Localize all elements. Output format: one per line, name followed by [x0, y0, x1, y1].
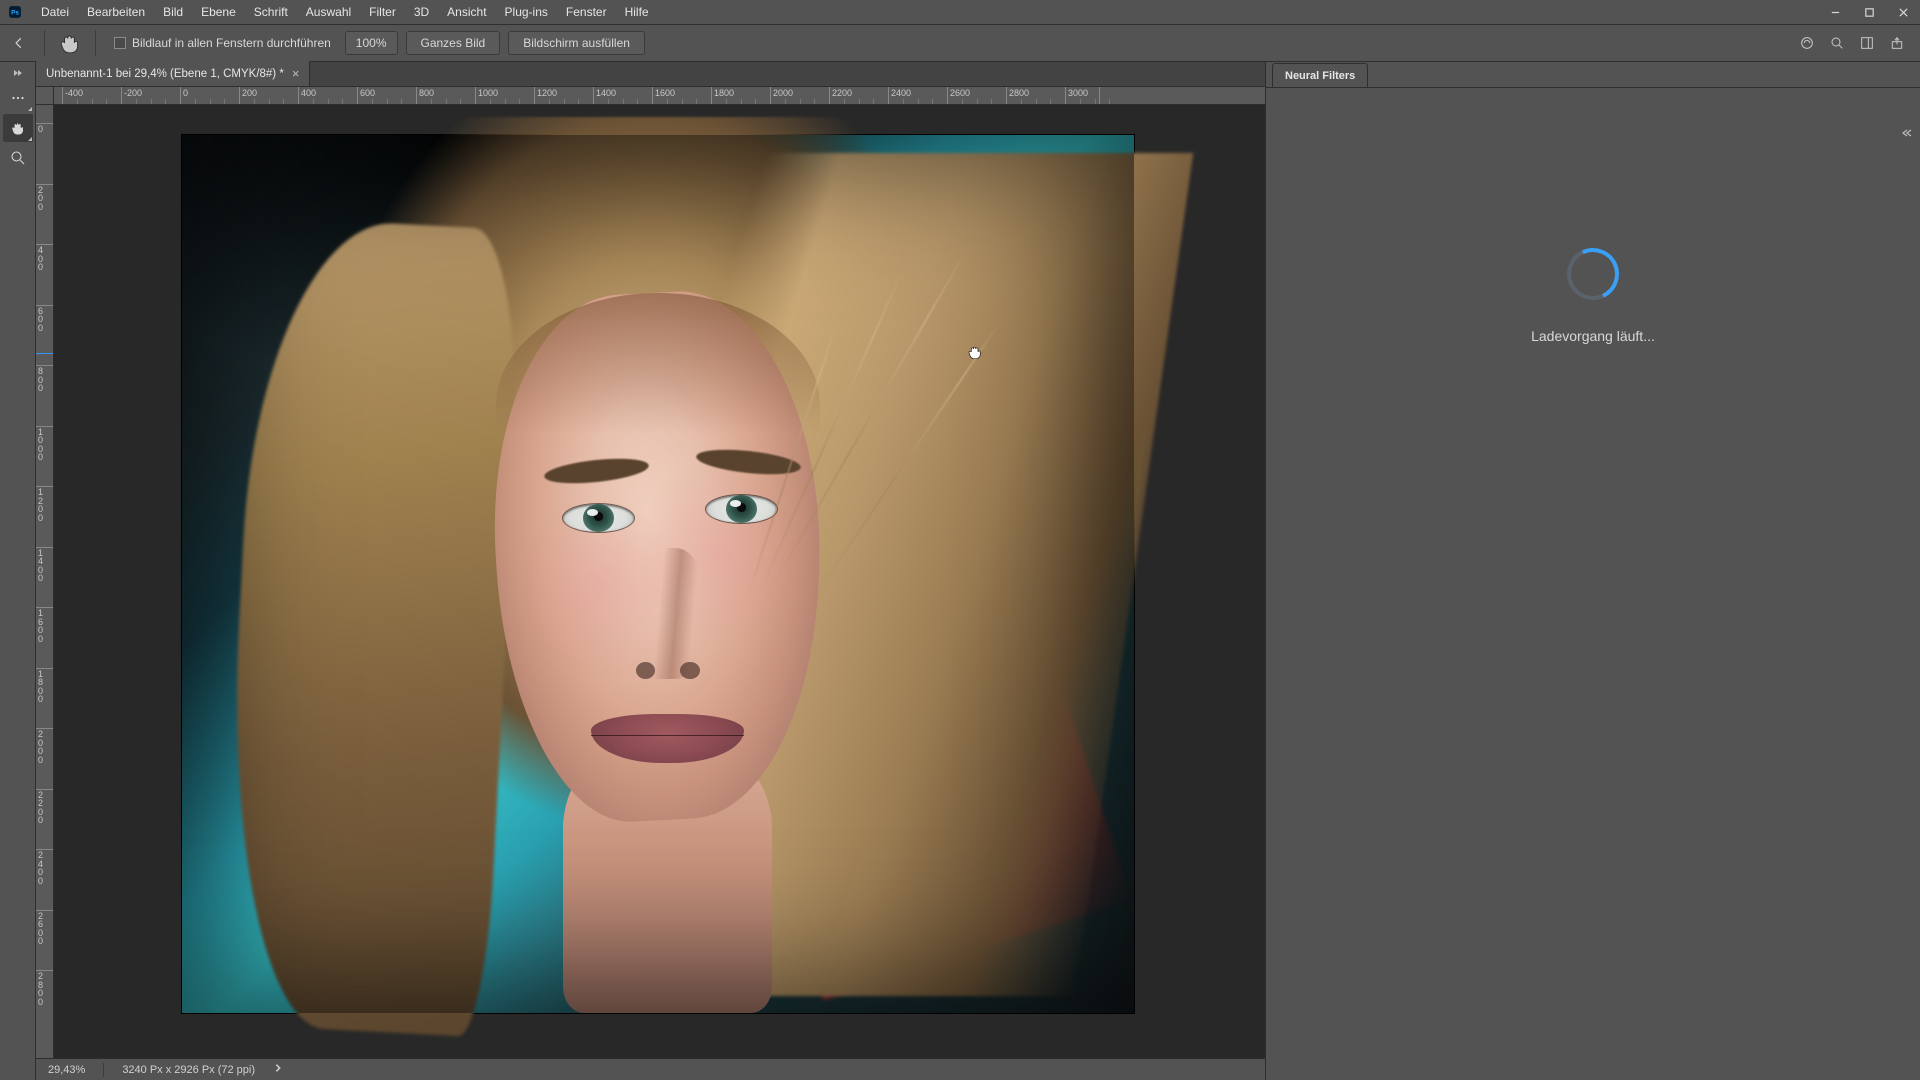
search-icon[interactable] [1828, 34, 1846, 52]
window-close-button[interactable] [1886, 0, 1920, 24]
close-icon[interactable]: × [292, 67, 300, 80]
panel-tabstrip: Neural Filters [1266, 62, 1920, 88]
home-back-button[interactable] [6, 30, 32, 56]
workspace: Unbenannt-1 bei 29,4% (Ebene 1, CMYK/8#)… [0, 62, 1920, 1080]
zoom-100-button[interactable]: 100% [345, 31, 398, 55]
menu-ebene[interactable]: Ebene [192, 1, 245, 23]
ruler-horizontal[interactable]: -400-20002004006008001000120014001600180… [54, 87, 1265, 105]
document-info[interactable]: 3240 Px x 2926 Px (72 ppi) [122, 1064, 255, 1076]
photo-content [182, 135, 1134, 1013]
scroll-all-windows-label: Bildlauf in allen Fenstern durchführen [132, 36, 331, 50]
options-bar: Bildlauf in allen Fenstern durchführen 1… [0, 24, 1920, 62]
menu-schrift[interactable]: Schrift [245, 1, 297, 23]
menu-datei[interactable]: Datei [32, 1, 78, 23]
scroll-all-windows-checkbox[interactable]: Bildlauf in allen Fenstern durchführen [108, 36, 337, 50]
menu-hilfe[interactable]: Hilfe [616, 1, 658, 23]
window-minimize-button[interactable] [1818, 0, 1852, 24]
toolbar-expand-icon[interactable] [11, 68, 25, 78]
share-icon[interactable] [1888, 34, 1906, 52]
menubar: DateiBearbeitenBildEbeneSchriftAuswahlFi… [30, 1, 1818, 23]
chevron-right-icon[interactable] [273, 1063, 283, 1076]
fill-screen-button[interactable]: Bildschirm ausfüllen [508, 31, 645, 55]
menu-auswahl[interactable]: Auswahl [297, 1, 360, 23]
edit-toolbar-button[interactable] [3, 84, 33, 112]
document-tabstrip: Unbenannt-1 bei 29,4% (Ebene 1, CMYK/8#)… [36, 62, 1265, 87]
ruler-origin-corner[interactable] [36, 87, 54, 105]
loading-text: Ladevorgang läuft... [1531, 328, 1655, 344]
panel-tab-label: Neural Filters [1285, 70, 1355, 82]
menu-3d[interactable]: 3D [405, 1, 438, 23]
tool-preset-icon[interactable] [57, 30, 83, 56]
cloud-documents-icon[interactable] [1798, 34, 1816, 52]
app-icon: Ps [4, 1, 26, 23]
document-tab[interactable]: Unbenannt-1 bei 29,4% (Ebene 1, CMYK/8#)… [36, 61, 310, 86]
menu-ansicht[interactable]: Ansicht [438, 1, 495, 23]
hand-tool[interactable] [3, 114, 33, 142]
neural-filters-panel-body: Ladevorgang läuft... [1266, 88, 1920, 1080]
menu-filter[interactable]: Filter [360, 1, 405, 23]
loading-spinner-icon [1560, 241, 1627, 308]
separator [95, 30, 96, 56]
checkbox-icon [114, 37, 126, 49]
right-panel: Neural Filters Ladevorgang läuft... [1266, 62, 1920, 1080]
neural-filters-tab[interactable]: Neural Filters [1272, 63, 1368, 87]
window-controls [1818, 0, 1920, 24]
canvas-viewport[interactable] [54, 105, 1265, 1058]
titlebar: Ps DateiBearbeitenBildEbeneSchriftAuswah… [0, 0, 1920, 24]
toolbar [0, 62, 36, 1080]
canvas-image[interactable] [182, 135, 1134, 1013]
menu-fenster[interactable]: Fenster [557, 1, 616, 23]
workspace-switcher-icon[interactable] [1858, 34, 1876, 52]
document-tab-title: Unbenannt-1 bei 29,4% (Ebene 1, CMYK/8#)… [46, 68, 284, 80]
zoom-level-field[interactable]: 29,43% [48, 1064, 85, 1076]
menu-plug-ins[interactable]: Plug-ins [496, 1, 557, 23]
fit-screen-button[interactable]: Ganzes Bild [406, 31, 501, 55]
menu-bearbeiten[interactable]: Bearbeiten [78, 1, 154, 23]
menu-bild[interactable]: Bild [154, 1, 192, 23]
status-bar: 29,43% 3240 Px x 2926 Px (72 ppi) [36, 1058, 1265, 1080]
separator [44, 30, 45, 56]
window-maximize-button[interactable] [1852, 0, 1886, 24]
ruler-vertical[interactable]: 0200400600800100012001400160018002000220… [36, 105, 54, 1058]
panel-collapse-icon[interactable] [1902, 126, 1916, 136]
svg-text:Ps: Ps [11, 9, 19, 16]
document-area: Unbenannt-1 bei 29,4% (Ebene 1, CMYK/8#)… [36, 62, 1266, 1080]
zoom-tool[interactable] [3, 144, 33, 172]
